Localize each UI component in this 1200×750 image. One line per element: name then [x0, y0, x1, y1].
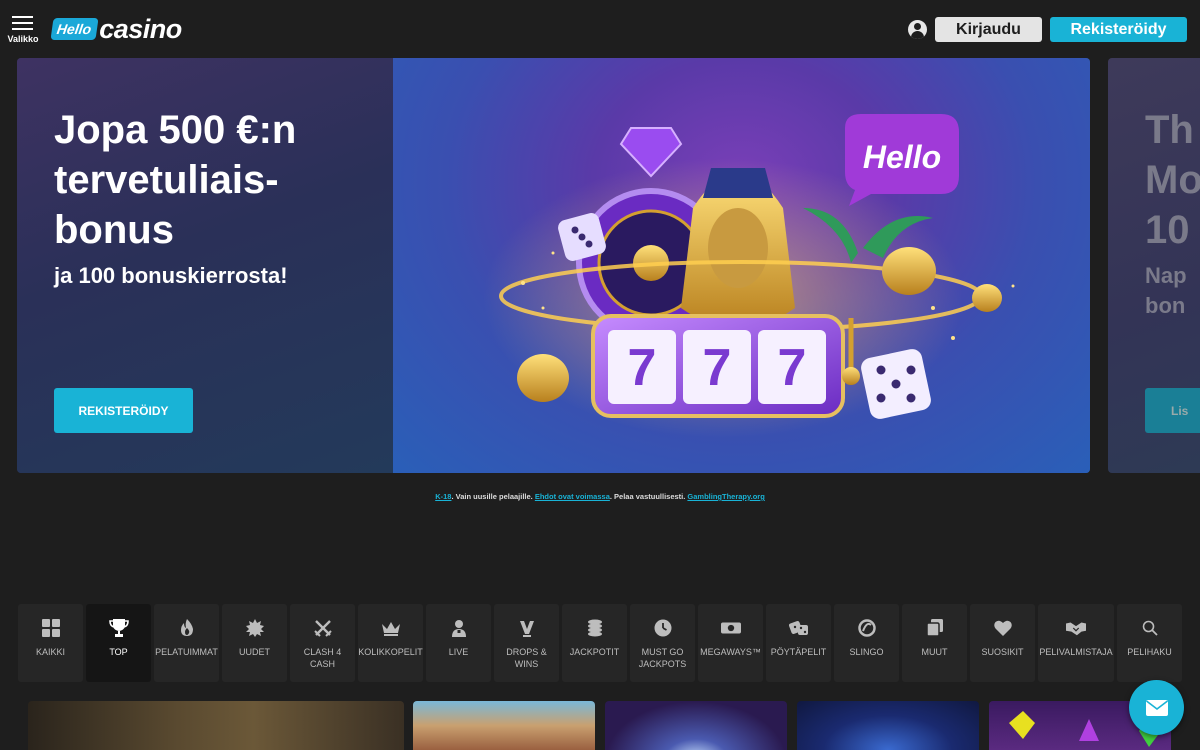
category-label: CLASH 4 CASH	[303, 647, 342, 669]
bubble-hello-text: Hello	[863, 139, 941, 175]
category-label: PELATUIMMAT	[155, 647, 218, 657]
slingo-icon	[857, 618, 877, 638]
legal-disclaimer: K-18. Vain uusille pelaajille. Ehdot ova…	[0, 492, 1200, 501]
category-megaways[interactable]: MEGAWAYS™	[698, 604, 763, 682]
handshake-icon	[1066, 618, 1086, 638]
search-icon	[1140, 618, 1160, 638]
starburst-icon	[245, 618, 265, 638]
category-must-go-jackpots[interactable]: MUST GO JACKPOTS	[630, 604, 695, 682]
category-label: UUDET	[239, 647, 270, 657]
dice-icon	[788, 618, 809, 638]
grid-icon	[41, 618, 61, 638]
register-button[interactable]: Rekisteröidy	[1050, 17, 1187, 42]
menu-button[interactable]: Valikko	[6, 14, 40, 46]
svg-text:7: 7	[778, 339, 807, 397]
category-label: SLINGO	[849, 647, 884, 657]
game-thumbnail[interactable]	[413, 701, 595, 750]
hero-subtitle: ja 100 bonuskierrosta!	[54, 263, 288, 288]
category-kaikki[interactable]: KAIKKI	[18, 604, 83, 682]
hamburger-icon-bar	[12, 22, 33, 24]
category-muut[interactable]: MUUT	[902, 604, 967, 682]
clock-icon	[653, 618, 673, 638]
hamburger-icon	[12, 16, 33, 18]
user-icon-head	[914, 23, 921, 30]
category-label: KOLIKKOPELIT	[358, 647, 423, 657]
category-live[interactable]: LIVE	[426, 604, 491, 682]
logo-casino-text: casino	[99, 13, 182, 44]
next-title-line-2: Mo	[1145, 158, 1200, 202]
next-card-button[interactable]: Lis	[1145, 388, 1200, 433]
svg-text:7: 7	[628, 339, 657, 397]
category-pelatuimmat[interactable]: PELATUIMMAT	[154, 604, 219, 682]
megaways-icon	[720, 618, 741, 638]
category-label: PELIHAKU	[1127, 647, 1172, 657]
category-label: MUUT	[921, 647, 948, 657]
age-limit-link[interactable]: K-18	[435, 492, 451, 501]
category-top[interactable]: TOP	[86, 604, 151, 682]
user-icon-body	[911, 31, 924, 39]
category-label: LIVE	[448, 647, 469, 657]
category-label: JACKPOTIT	[569, 647, 620, 657]
category-label: MEGAWAYS™	[700, 647, 761, 657]
next-title-line-1: Th	[1145, 108, 1194, 152]
category-label: DROPS & WINS	[506, 647, 547, 669]
category-label: PÖYTÄPELIT	[770, 647, 827, 657]
trophy-icon	[108, 618, 129, 638]
category-pelivalmistaja[interactable]: PELIVALMISTAJA	[1038, 604, 1114, 682]
hero-banner[interactable]: 7 7 7 Hello Jopa 500 €:n tervetuliais-bo…	[17, 58, 1090, 473]
category-label: SUOSIKIT	[981, 647, 1024, 657]
game-thumbnail[interactable]	[28, 701, 404, 750]
envelope-icon	[1145, 699, 1168, 716]
category-kolikkopelit[interactable]: KOLIKKOPELIT	[358, 604, 423, 682]
flame-icon	[177, 618, 197, 638]
category-jackpotit[interactable]: JACKPOTIT	[562, 604, 627, 682]
category-pelihaku[interactable]: PELIHAKU	[1117, 604, 1182, 682]
category-drops-wins[interactable]: DROPS & WINS	[494, 604, 559, 682]
crown-icon	[381, 618, 401, 638]
category-label: PELIVALMISTAJA	[1039, 647, 1113, 657]
hero-title: Jopa 500 €:n tervetuliais-bonus	[54, 108, 297, 252]
category-poytapelit[interactable]: PÖYTÄPELIT	[766, 604, 831, 682]
next-sub-line-1: Nap	[1145, 263, 1187, 288]
pharaoh-slot-illustration: 7 7 7 Hello	[483, 114, 1015, 438]
hero-register-button[interactable]: REKISTERÖIDY	[54, 388, 193, 433]
terms-link[interactable]: Ehdot ovat voimassa	[535, 492, 610, 501]
dealer-icon	[449, 618, 469, 638]
category-label: KAIKKI	[35, 647, 65, 657]
category-slingo[interactable]: SLINGO	[834, 604, 899, 682]
next-title-line-3: 10	[1145, 208, 1190, 252]
next-promo-card[interactable]: Th Mo 10 Nap bon Lis	[1108, 58, 1200, 473]
hero-artwork: 7 7 7 Hello	[393, 58, 1090, 473]
category-label: MUST GO JACKPOTS	[638, 647, 687, 669]
coins-icon	[585, 618, 605, 638]
next-card-subtitle: Nap bon	[1145, 261, 1187, 321]
category-clash-4-cash[interactable]: CLASH 4 CASH	[290, 604, 355, 682]
cards-icon	[925, 618, 945, 638]
category-uudet[interactable]: UUDET	[222, 604, 287, 682]
hamburger-icon-bar	[12, 28, 33, 30]
disclaimer-text-2: . Pelaa vastuullisesti.	[609, 492, 688, 501]
menu-label: Valikko	[7, 34, 39, 44]
drops-icon	[517, 618, 537, 638]
top-header: Valikko Hello casino Kirjaudu Rekisteröi…	[0, 0, 1200, 58]
logo-hello-text: Hello	[50, 18, 99, 40]
gambling-therapy-link[interactable]: GamblingTherapy.org	[687, 492, 764, 501]
heart-icon	[993, 618, 1013, 638]
chat-button[interactable]	[1129, 680, 1184, 735]
crossed-swords-icon	[313, 618, 333, 638]
category-suosikit[interactable]: SUOSIKIT	[970, 604, 1035, 682]
login-button[interactable]: Kirjaudu	[935, 17, 1042, 42]
category-label: TOP	[109, 647, 128, 657]
game-thumbnail[interactable]	[797, 701, 979, 750]
disclaimer-text-1: . Vain uusille pelaajille.	[451, 492, 535, 501]
next-card-title: Th Mo 10	[1145, 105, 1200, 255]
user-account-icon[interactable]	[908, 20, 927, 39]
next-sub-line-2: bon	[1145, 293, 1186, 318]
hellocasino-logo[interactable]: Hello casino	[50, 13, 182, 44]
svg-text:7: 7	[703, 339, 732, 397]
game-category-nav: KAIKKI TOP PELATUIMMAT UUDET CLASH 4 CAS…	[18, 604, 1182, 682]
game-thumbnail[interactable]	[605, 701, 787, 750]
